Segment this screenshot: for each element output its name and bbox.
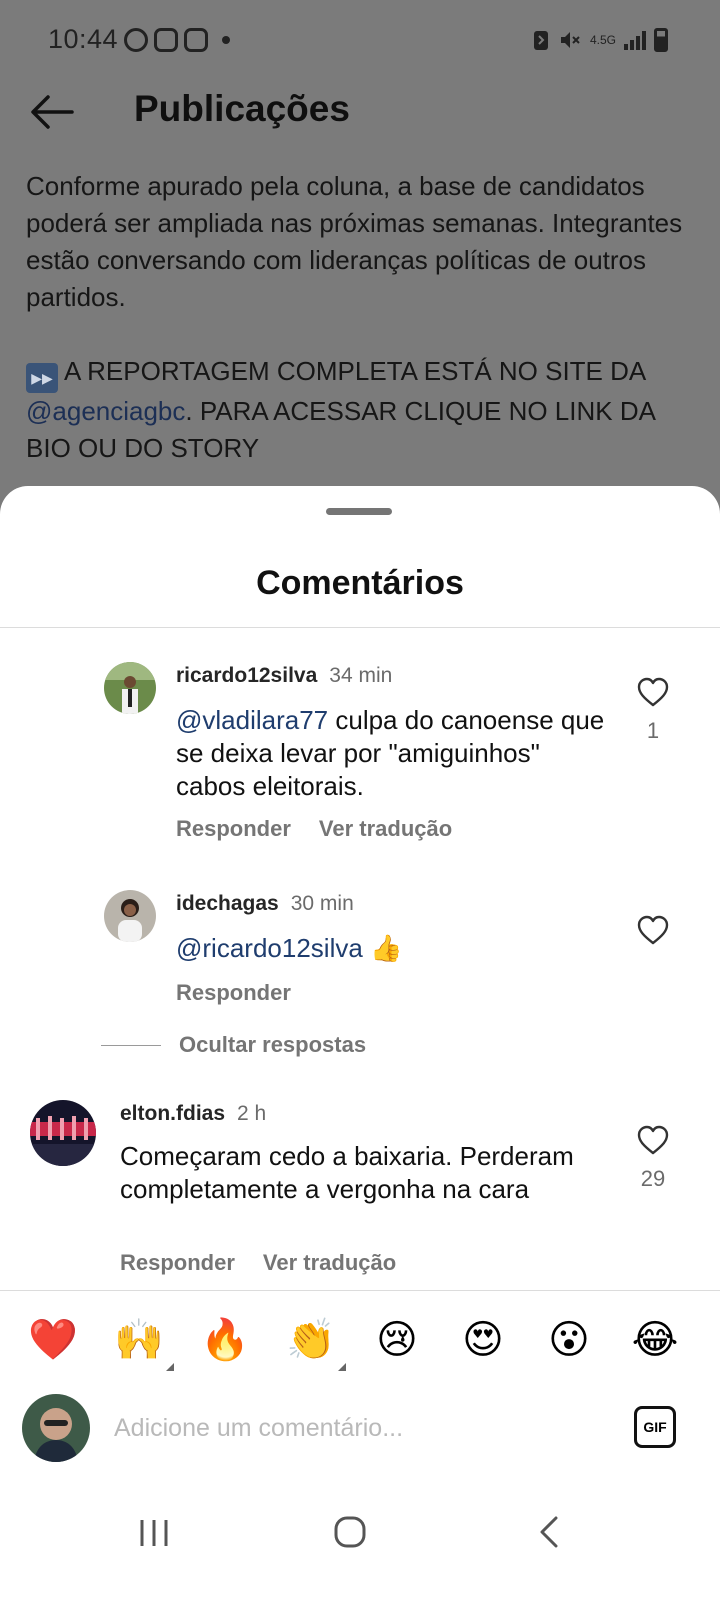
signal-icon — [624, 30, 646, 50]
status-time: 10:44 — [48, 24, 119, 54]
system-navigation-bar — [0, 1494, 720, 1600]
like-heart-icon[interactable] — [636, 1124, 670, 1158]
page-title: Publicações — [134, 88, 350, 129]
comment-username[interactable]: idechagas — [176, 892, 279, 915]
gif-button[interactable]: GIF — [634, 1406, 676, 1448]
whatsapp-icon — [124, 28, 148, 52]
skin-tone-indicator-icon — [338, 1363, 346, 1371]
reply-button[interactable]: Responder — [120, 1250, 235, 1275]
comment-input[interactable] — [114, 1404, 594, 1452]
current-user-avatar — [22, 1394, 90, 1462]
skin-tone-indicator-icon — [166, 1363, 174, 1371]
hide-replies-label: Ocultar respostas — [179, 1032, 367, 1057]
notification-icons — [124, 28, 230, 52]
instagram-icon — [154, 28, 178, 52]
comment-time: 30 min — [290, 892, 354, 915]
sheet-title: Comentários — [256, 564, 464, 602]
reply-button[interactable]: Responder — [176, 816, 291, 841]
divider — [0, 627, 720, 628]
post-caption: Conforme apurado pela coluna, a base de … — [26, 168, 706, 467]
like-heart-icon[interactable] — [636, 676, 670, 710]
comment-mention[interactable]: @vladilara77 — [176, 705, 328, 735]
caption-cta: ▶▶ A REPORTAGEM COMPLETA ESTÁ NO SITE DA … — [26, 353, 706, 467]
emoji-reaction-bar: ❤️ 🙌 🔥 👏 😢 😍 😮 😂 — [0, 1290, 720, 1378]
comment-actions: Responder Ver tradução — [120, 1250, 396, 1276]
battery-icon — [654, 28, 668, 52]
emoji-heart-button[interactable]: ❤️ — [28, 1315, 78, 1365]
comment-mention[interactable]: @ricardo12silva — [176, 933, 363, 963]
battery-saver-icon — [533, 31, 548, 50]
comment-username[interactable]: elton.fdias — [120, 1102, 225, 1125]
comment-actions: Responder Ver tradução — [176, 816, 452, 842]
background-post: 10:44 4.5G Publicações Conforme apurado … — [0, 0, 720, 520]
caption-mention-link[interactable]: @agenciagbc — [26, 396, 185, 426]
caption-paragraph: Conforme apurado pela coluna, a base de … — [26, 171, 683, 312]
mute-icon — [560, 32, 580, 48]
emoji-clapping-button[interactable]: 👏 — [286, 1315, 346, 1371]
emoji-heart-eyes-button[interactable]: 😍 — [458, 1315, 508, 1365]
comment-body: 👍 — [362, 933, 403, 963]
emoji-clapping: 👏 — [286, 1318, 336, 1362]
emoji-raised-hands: 🙌 — [114, 1318, 164, 1362]
back-arrow-icon[interactable] — [28, 92, 76, 132]
comment-actions: Responder — [176, 980, 291, 1006]
avatar[interactable] — [104, 890, 156, 942]
comment-time: 34 min — [329, 664, 393, 687]
like-count: 1 — [646, 718, 660, 743]
comment-time: 2 h — [237, 1102, 267, 1125]
caption-cta-text: A REPORTAGEM COMPLETA ESTÁ NO SITE DA — [64, 356, 645, 386]
home-icon[interactable] — [320, 1510, 380, 1554]
like-heart-icon[interactable] — [636, 914, 670, 948]
reply-button[interactable]: Responder — [176, 980, 291, 1005]
emoji-raised-hands-button[interactable]: 🙌 — [114, 1315, 174, 1371]
drag-handle[interactable] — [326, 508, 392, 515]
more-notifications-dot-icon — [222, 36, 230, 44]
comment-text: @ricardo12silva 👍 — [176, 932, 606, 965]
emoji-surprised-button[interactable]: 😮 — [544, 1315, 594, 1365]
network-type: 4.5G — [589, 33, 616, 47]
back-icon[interactable] — [520, 1510, 580, 1554]
avatar[interactable] — [104, 662, 156, 714]
hide-replies-line — [101, 1044, 161, 1046]
emoji-crying-button[interactable]: 😢 — [372, 1315, 422, 1365]
app-bar: Publicações — [0, 80, 720, 144]
system-icons: 4.5G — [532, 28, 668, 52]
comment-text: @vladilara77 culpa do canoense que se de… — [176, 704, 606, 803]
recent-apps-icon[interactable] — [124, 1510, 184, 1554]
instagram-icon — [184, 28, 208, 52]
comment-username[interactable]: ricardo12silva — [176, 664, 317, 687]
comment-text: Começaram cedo a baixaria. Perderam comp… — [120, 1141, 574, 1204]
emoji-laughing-button[interactable]: 😂 — [630, 1315, 680, 1365]
comment-composer: GIF — [0, 1386, 720, 1476]
fast-forward-icon: ▶▶ — [26, 363, 58, 393]
see-translation-button[interactable]: Ver tradução — [319, 816, 452, 841]
status-bar: 10:44 4.5G — [0, 0, 720, 80]
comments-sheet: Comentários ricardo12silva 34 min @vladil… — [0, 486, 720, 1600]
like-count: 29 — [640, 1166, 666, 1191]
avatar[interactable] — [30, 1100, 96, 1166]
emoji-fire-button[interactable]: 🔥 — [200, 1315, 250, 1365]
hide-replies-button[interactable]: Ocultar respostas — [101, 1032, 366, 1058]
see-translation-button[interactable]: Ver tradução — [263, 1250, 396, 1275]
